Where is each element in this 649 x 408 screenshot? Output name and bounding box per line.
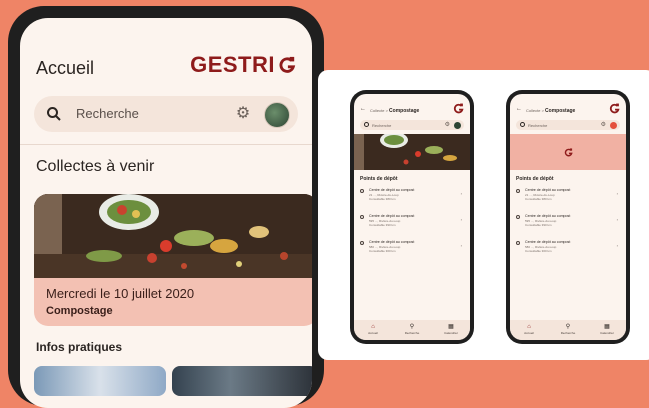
nav-item-calendar[interactable]: ▦ Calendrier — [436, 324, 466, 335]
home-icon: ⌂ — [527, 324, 531, 330]
avatar[interactable] — [454, 121, 461, 129]
small-phone-placeholder: ← Collecte > Compostage Recherche ⚙ Poin… — [506, 90, 630, 344]
main-phone: Accueil GESTRI Recherche ⚙ Collectes à v… — [8, 6, 328, 408]
section-title: Points de dépôt — [360, 176, 398, 182]
nav-item-calendar[interactable]: ▦ Calendrier — [592, 324, 622, 335]
page-title: Accueil — [36, 58, 95, 78]
gear-icon[interactable]: ⚙ — [234, 105, 252, 123]
divider — [20, 144, 312, 145]
breadcrumb: Collecte > Compostage — [526, 108, 575, 114]
location-pin-icon — [360, 241, 364, 245]
search-icon: ⚲ — [565, 324, 571, 330]
small-screen: ← Collecte > Compostage Recherche ⚙ Poin… — [510, 94, 626, 340]
calendar-icon: ▦ — [604, 324, 610, 330]
search-icon[interactable] — [520, 122, 525, 127]
nav-item-search[interactable]: ⚲ Recherche — [553, 324, 583, 335]
item-distance: Consultable 300 km — [525, 249, 552, 253]
home-icon: ⌂ — [371, 324, 375, 330]
nav-item-home[interactable]: ⌂ Accueil — [514, 324, 544, 335]
info-card[interactable] — [34, 366, 166, 396]
breadcrumb-current: Compostage — [545, 108, 576, 114]
collection-info: Mercredi le 10 juillet 2020 Compostage — [46, 286, 194, 317]
nav-label: Accueil — [524, 331, 534, 335]
item-distance: Consultable 300 km — [369, 249, 396, 253]
chevron-right-icon: › — [460, 217, 462, 222]
item-distance: Consultable 390 km — [525, 223, 552, 227]
nav-label: Calendrier — [444, 331, 458, 335]
location-pin-icon — [516, 189, 520, 193]
collection-type: Compostage — [46, 305, 113, 317]
search-icon[interactable] — [46, 106, 62, 122]
chevron-right-icon: › — [460, 243, 462, 248]
search-input[interactable]: Recherche — [372, 123, 391, 128]
item-distance: Consultable 390 km — [369, 223, 396, 227]
brand-logo[interactable]: GESTRI — [190, 52, 296, 78]
back-arrow-icon[interactable]: ← — [516, 106, 522, 112]
calendar-icon: ▦ — [448, 324, 454, 330]
collection-date: Mercredi le 10 juillet 2020 — [46, 286, 195, 301]
gear-icon[interactable]: ⚙ — [601, 121, 606, 129]
item-title: Centre de dépôt au compost — [369, 214, 415, 218]
nav-label: Accueil — [368, 331, 378, 335]
item-distance: Consultable 380 km — [525, 197, 552, 201]
nav-label: Calendrier — [600, 331, 614, 335]
search-input[interactable]: Recherche — [76, 106, 139, 121]
g-logo-icon — [278, 56, 296, 74]
item-title: Centre de dépôt au compost — [525, 240, 571, 244]
bottom-nav: ⌂ Accueil ⚲ Recherche ▦ Calendrier — [354, 320, 470, 340]
upcoming-title: Collectes à venir — [36, 158, 155, 175]
chevron-right-icon: › — [616, 191, 618, 196]
collection-card[interactable]: Mercredi le 10 juillet 2020 Compostage — [34, 194, 312, 326]
compost-photo — [34, 194, 312, 278]
location-pin-icon — [516, 241, 520, 245]
small-screen: ← Collecte > Compostage Recherche ⚙ Poin… — [354, 94, 470, 340]
compost-photo — [354, 134, 470, 170]
image-placeholder — [510, 134, 626, 170]
item-title: Centre de dépôt au compost — [525, 214, 571, 218]
nav-item-home[interactable]: ⌂ Accueil — [358, 324, 388, 335]
item-title: Centre de dépôt au compost — [525, 188, 571, 192]
nav-item-search[interactable]: ⚲ Recherche — [397, 324, 427, 335]
search-input[interactable]: Recherche — [528, 123, 547, 128]
main-screen: Accueil GESTRI Recherche ⚙ Collectes à v… — [20, 18, 312, 408]
screens-panel: ← Collecte > Compostage Recherche ⚙ Poin… — [318, 70, 649, 360]
chevron-right-icon: › — [616, 243, 618, 248]
breadcrumb-parent[interactable]: Collecte > — [526, 108, 544, 113]
header: Accueil GESTRI — [20, 18, 312, 88]
nav-label: Recherche — [404, 331, 420, 335]
avatar[interactable] — [264, 102, 290, 128]
brand-wordmark: GESTRI — [190, 52, 275, 77]
item-title: Centre de dépôt au compost — [369, 240, 415, 244]
g-logo-icon — [609, 103, 620, 114]
search-bar[interactable]: Recherche ⚙ — [34, 96, 298, 132]
location-pin-icon — [360, 215, 364, 219]
bottom-nav: ⌂ Accueil ⚲ Recherche ▦ Calendrier — [510, 320, 626, 340]
chevron-right-icon: › — [460, 191, 462, 196]
infos-title: Infos pratiques — [36, 340, 123, 354]
info-card[interactable] — [172, 366, 312, 396]
search-bar[interactable]: Recherche ⚙ — [360, 120, 464, 130]
nav-label: Recherche — [560, 331, 576, 335]
item-distance: Consultable 380 km — [369, 197, 396, 201]
item-title: Centre de dépôt au compost — [369, 188, 415, 192]
section-title: Points de dépôt — [516, 176, 554, 182]
location-pin-icon — [360, 189, 364, 193]
g-logo-icon — [453, 103, 464, 114]
avatar[interactable] — [610, 121, 617, 129]
small-header: ← Collecte > Compostage — [510, 102, 626, 116]
chevron-right-icon: › — [616, 217, 618, 222]
gear-icon[interactable]: ⚙ — [445, 121, 450, 129]
g-logo-icon — [564, 148, 573, 157]
breadcrumb-current: Compostage — [389, 108, 420, 114]
small-header: ← Collecte > Compostage — [354, 102, 470, 116]
location-pin-icon — [516, 215, 520, 219]
search-icon: ⚲ — [409, 324, 415, 330]
search-bar[interactable]: Recherche ⚙ — [516, 120, 620, 130]
breadcrumb-parent[interactable]: Collecte > — [370, 108, 388, 113]
background: Accueil GESTRI Recherche ⚙ Collectes à v… — [0, 0, 649, 408]
breadcrumb: Collecte > Compostage — [370, 108, 419, 114]
back-arrow-icon[interactable]: ← — [360, 106, 366, 112]
search-icon[interactable] — [364, 122, 369, 127]
small-phone-photo: ← Collecte > Compostage Recherche ⚙ Poin… — [350, 90, 474, 344]
